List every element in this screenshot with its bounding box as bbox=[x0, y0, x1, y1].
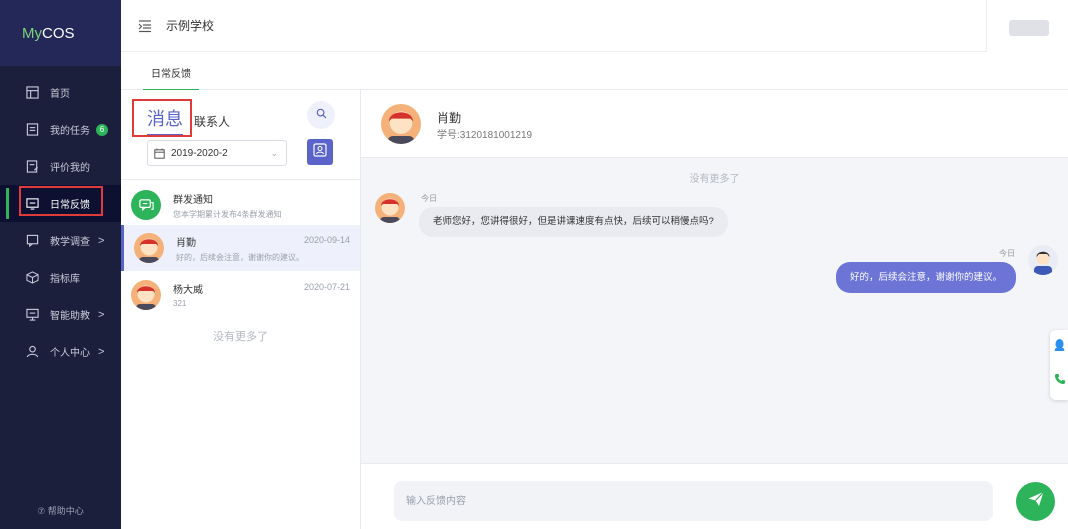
conversation-preview: 您本学期累计发布4条群发通知 bbox=[173, 210, 282, 219]
feedback-icon bbox=[26, 197, 39, 210]
contact-card-icon bbox=[313, 142, 327, 162]
conversation-date: 2020-07-21 bbox=[303, 282, 350, 292]
page-tab-strip: 日常反馈 bbox=[121, 52, 1068, 91]
survey-icon bbox=[26, 234, 39, 247]
chat-student-id: 学号:3120181001219 bbox=[437, 130, 533, 141]
avatar bbox=[375, 193, 405, 223]
tab-daily-feedback[interactable]: 日常反馈 bbox=[143, 65, 199, 91]
chat-header: 肖勤 学号:3120181001219 bbox=[361, 90, 1068, 158]
sidebar-item-label: 我的任务 bbox=[50, 126, 90, 137]
group-notice-icon bbox=[131, 190, 161, 220]
sidebar: My COS 首页 我的任务 6 评价我的 日常反馈 教学调查 > 指标库 智能… bbox=[0, 0, 121, 529]
evaluate-icon bbox=[26, 160, 39, 173]
sidebar-item-teaching-survey[interactable]: 教学调查 > bbox=[0, 222, 121, 259]
menu-collapse-icon[interactable] bbox=[138, 19, 152, 33]
conversation-date: 2020-09-14 bbox=[303, 235, 350, 245]
logo-cos: COS bbox=[42, 24, 75, 42]
floating-contact-bar bbox=[1050, 330, 1068, 400]
sidebar-item-smart-assistant[interactable]: 智能助教 > bbox=[0, 296, 121, 333]
tab-messages[interactable]: 消息 bbox=[147, 105, 183, 136]
sidebar-item-label: 评价我的 bbox=[50, 163, 90, 174]
sidebar-item-label: 智能助教 bbox=[50, 311, 90, 322]
avatar bbox=[381, 104, 421, 144]
sidebar-item-label: 日常反馈 bbox=[50, 200, 90, 211]
user-icon bbox=[26, 345, 39, 358]
sidebar-item-indicator-library[interactable]: 指标库 bbox=[0, 259, 121, 296]
message-bubble-sent: 好的，后续会注意，谢谢你的建议。 bbox=[835, 262, 1016, 293]
sidebar-item-personal-center[interactable]: 个人中心 > bbox=[0, 333, 121, 370]
help-center-link[interactable]: ⑦ 帮助中心 bbox=[0, 504, 121, 517]
message-composer bbox=[361, 463, 1068, 529]
qq-icon[interactable] bbox=[1054, 338, 1065, 352]
list-item[interactable]: 群发通知 您本学期累计发布4条群发通知 bbox=[121, 182, 360, 228]
task-count-badge: 6 bbox=[96, 123, 108, 136]
conversation-name: 杨大威 bbox=[173, 285, 203, 296]
layout-icon bbox=[26, 86, 39, 99]
term-value: 2019-2020-2 bbox=[171, 147, 228, 159]
cube-icon bbox=[26, 271, 39, 284]
avatar bbox=[134, 233, 164, 263]
search-icon bbox=[316, 106, 327, 124]
message-time: 今日 bbox=[999, 249, 1015, 258]
top-bar: 示例学校 bbox=[121, 0, 1068, 52]
sidebar-nav: 首页 我的任务 6 评价我的 日常反馈 教学调查 > 指标库 智能助教 > 个人… bbox=[0, 74, 121, 370]
conversation-preview: 好的，后续会注意，谢谢你的建议。 bbox=[176, 253, 304, 262]
app-logo[interactable]: My COS bbox=[0, 0, 121, 66]
chat-history-end-text: 没有更多了 bbox=[689, 174, 740, 185]
conversation-list-panel: 消息 联系人 2019-2020-2 ⌄ 群发通知 您本学期累计发布4条群发通知… bbox=[121, 90, 361, 529]
sidebar-item-daily-feedback[interactable]: 日常反馈 bbox=[0, 185, 121, 222]
chevron-right-icon: > bbox=[98, 308, 105, 321]
avatar bbox=[131, 280, 161, 310]
user-avatar[interactable] bbox=[986, 0, 1068, 52]
send-button[interactable] bbox=[1016, 482, 1055, 521]
logo-my: My bbox=[22, 24, 42, 42]
chevron-down-icon: ⌄ bbox=[270, 148, 278, 158]
avatar-placeholder bbox=[1009, 20, 1049, 36]
send-icon bbox=[1027, 490, 1045, 513]
school-name: 示例学校 bbox=[166, 19, 215, 33]
conversation-name: 肖勤 bbox=[176, 238, 196, 249]
tab-contacts[interactable]: 联系人 bbox=[194, 113, 230, 130]
sidebar-item-label: 教学调查 bbox=[50, 237, 90, 248]
list-end-text: 没有更多了 bbox=[213, 331, 268, 343]
search-button[interactable] bbox=[307, 101, 335, 129]
feedback-input[interactable] bbox=[394, 481, 993, 521]
term-select[interactable]: 2019-2020-2 ⌄ bbox=[147, 140, 287, 166]
sidebar-item-evaluate-me[interactable]: 评价我的 bbox=[0, 148, 121, 185]
sidebar-item-home[interactable]: 首页 bbox=[0, 74, 121, 111]
sidebar-item-label: 指标库 bbox=[50, 274, 80, 285]
list-item[interactable]: 肖勤 好的，后续会注意，谢谢你的建议。 2020-09-14 bbox=[121, 225, 360, 271]
sidebar-item-my-tasks[interactable]: 我的任务 6 bbox=[0, 111, 121, 148]
conversation-preview: 321 bbox=[173, 299, 187, 308]
address-book-button[interactable] bbox=[307, 139, 333, 165]
chat-panel: 肖勤 学号:3120181001219 没有更多了 今日 老师您好，您讲得很好，… bbox=[361, 90, 1068, 529]
monitor-icon bbox=[26, 308, 39, 321]
chevron-right-icon: > bbox=[98, 345, 105, 358]
chevron-right-icon: > bbox=[98, 234, 105, 247]
phone-icon[interactable] bbox=[1054, 372, 1066, 384]
list-item[interactable]: 杨大威 321 2020-07-21 bbox=[121, 272, 360, 318]
task-list-icon bbox=[26, 123, 39, 136]
message-bubble-received: 老师您好，您讲得很好，但是讲课速度有点快，后续可以稍慢点吗? bbox=[419, 207, 728, 237]
sidebar-item-label: 个人中心 bbox=[50, 348, 90, 359]
calendar-icon bbox=[154, 148, 165, 159]
list-divider bbox=[121, 179, 360, 180]
message-time: 今日 bbox=[421, 194, 437, 203]
chat-contact-name: 肖勤 bbox=[437, 111, 462, 125]
list-tabs: 消息 联系人 bbox=[147, 105, 230, 136]
sidebar-item-label: 首页 bbox=[50, 89, 70, 100]
avatar bbox=[1028, 245, 1058, 275]
conversation-name: 群发通知 bbox=[173, 195, 213, 206]
